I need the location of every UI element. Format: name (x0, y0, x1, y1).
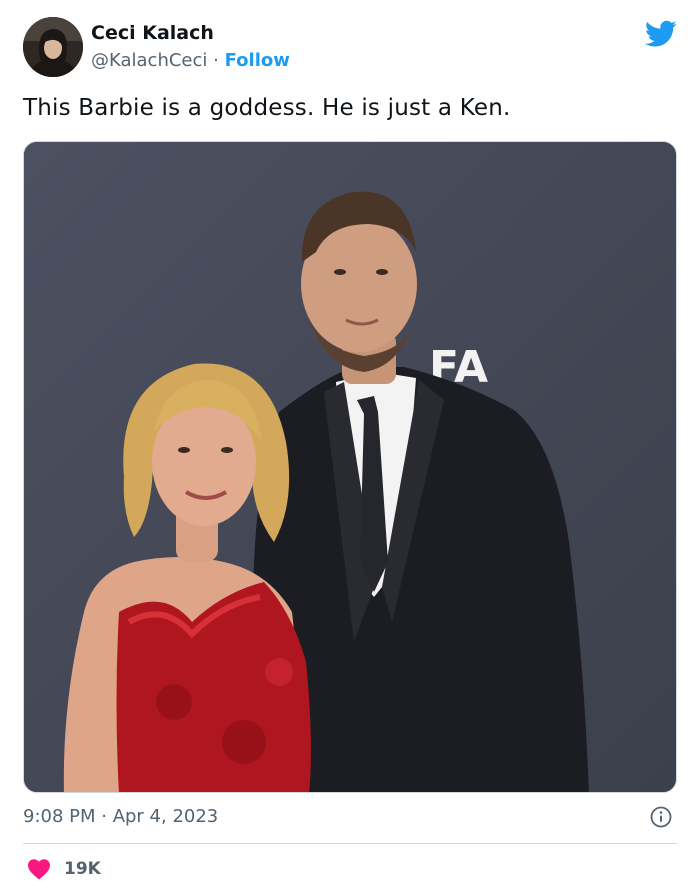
handle-separator: · (213, 50, 219, 71)
author-handle-line: @KalachCeci · Follow (91, 50, 290, 71)
follow-button[interactable]: Follow (225, 50, 290, 71)
divider (23, 843, 677, 844)
like-count[interactable]: 19K (64, 859, 101, 879)
author-handle[interactable]: @KalachCeci (91, 50, 207, 71)
tweet-text: This Barbie is a goddess. He is just a K… (23, 95, 511, 121)
heart-icon[interactable] (27, 858, 51, 880)
tweet-photo[interactable]: FA (23, 141, 677, 793)
twitter-bird-icon[interactable] (645, 20, 677, 48)
info-icon[interactable] (650, 806, 672, 828)
tweet-card: Ceci Kalach @KalachCeci · Follow This Ba… (0, 0, 700, 896)
avatar-image (23, 17, 83, 77)
author-avatar[interactable] (23, 17, 83, 77)
author-display-name[interactable]: Ceci Kalach (91, 22, 214, 44)
tweet-timestamp[interactable]: 9:08 PM · Apr 4, 2023 (23, 806, 218, 827)
photo-illustration: FA (24, 142, 676, 792)
